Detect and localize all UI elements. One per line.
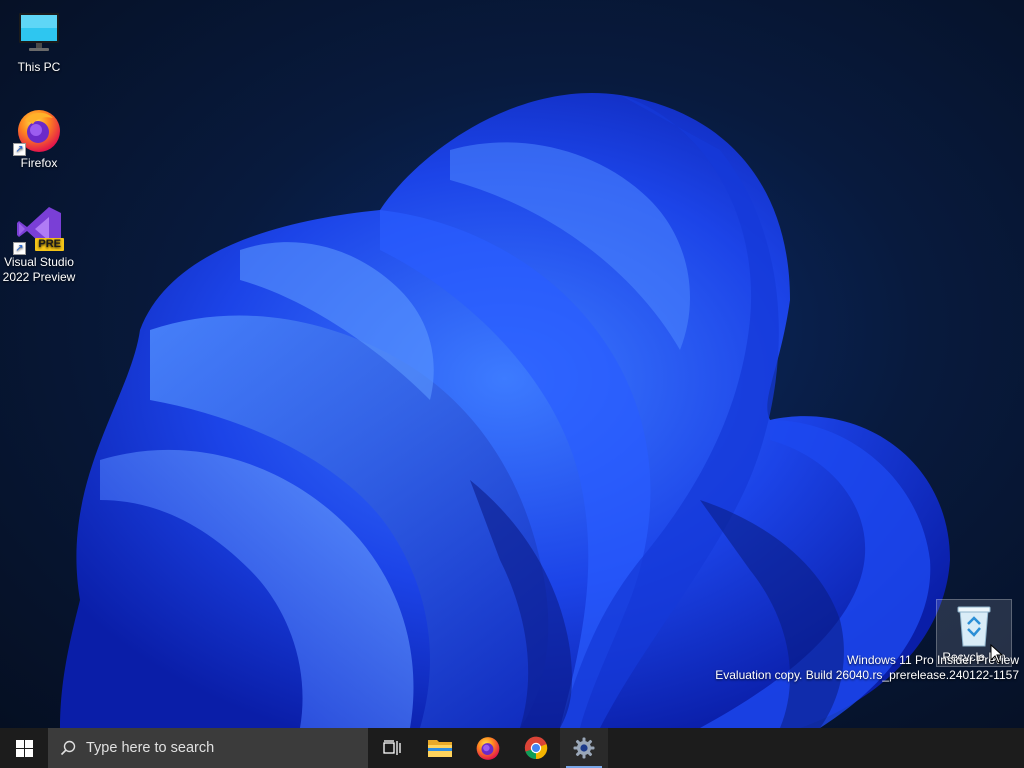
file-explorer-icon <box>428 740 452 757</box>
visual-studio-icon: PRE ↗ <box>13 205 64 255</box>
desktop-icon-firefox[interactable]: ↗ Firefox <box>1 106 77 171</box>
shortcut-arrow-icon: ↗ <box>13 143 26 156</box>
desktop: This PC ↗ Firefox PRE ↗ Visual Studio 20… <box>0 0 1024 728</box>
desktop-icon-this-pc[interactable]: This PC <box>1 10 77 75</box>
pre-badge: PRE <box>35 238 64 251</box>
chrome-taskbar-button[interactable] <box>512 728 560 768</box>
chrome-icon <box>524 736 548 760</box>
watermark-edition: Windows 11 Pro Insider Preview <box>847 653 1019 667</box>
desktop-icon-label: Firefox <box>20 156 58 170</box>
desktop-icon-label: This PC <box>17 60 61 74</box>
recycle-bin-icon <box>954 604 994 648</box>
file-explorer-button[interactable] <box>416 728 464 768</box>
settings-icon <box>573 737 595 759</box>
watermark-build: Evaluation copy. Build 26040.rs_prerelea… <box>715 668 1019 682</box>
firefox-icon: ↗ <box>13 106 63 156</box>
mouse-cursor-icon <box>990 644 1004 664</box>
monitor-icon <box>15 10 63 58</box>
taskbar-search-box[interactable]: Type here to search <box>48 728 368 768</box>
task-view-button[interactable] <box>368 728 416 768</box>
windows-logo-icon <box>15 739 33 757</box>
shortcut-arrow-icon: ↗ <box>13 242 26 255</box>
firefox-taskbar-button[interactable] <box>464 728 512 768</box>
search-placeholder: Type here to search <box>86 740 215 756</box>
task-view-icon <box>383 740 401 755</box>
start-button[interactable] <box>0 728 48 768</box>
desktop-icon-label: Visual Studio 2022 Preview <box>2 255 76 284</box>
bloom-wallpaper <box>60 92 950 728</box>
build-watermark: Windows 11 Pro Insider Preview Evaluatio… <box>715 653 1019 683</box>
firefox-icon <box>476 737 500 760</box>
desktop-icon-visual-studio[interactable]: PRE ↗ Visual Studio 2022 Preview <box>1 205 77 285</box>
taskbar: Type here to search <box>0 728 1024 768</box>
search-icon <box>60 740 76 756</box>
settings-taskbar-button[interactable] <box>560 728 608 768</box>
